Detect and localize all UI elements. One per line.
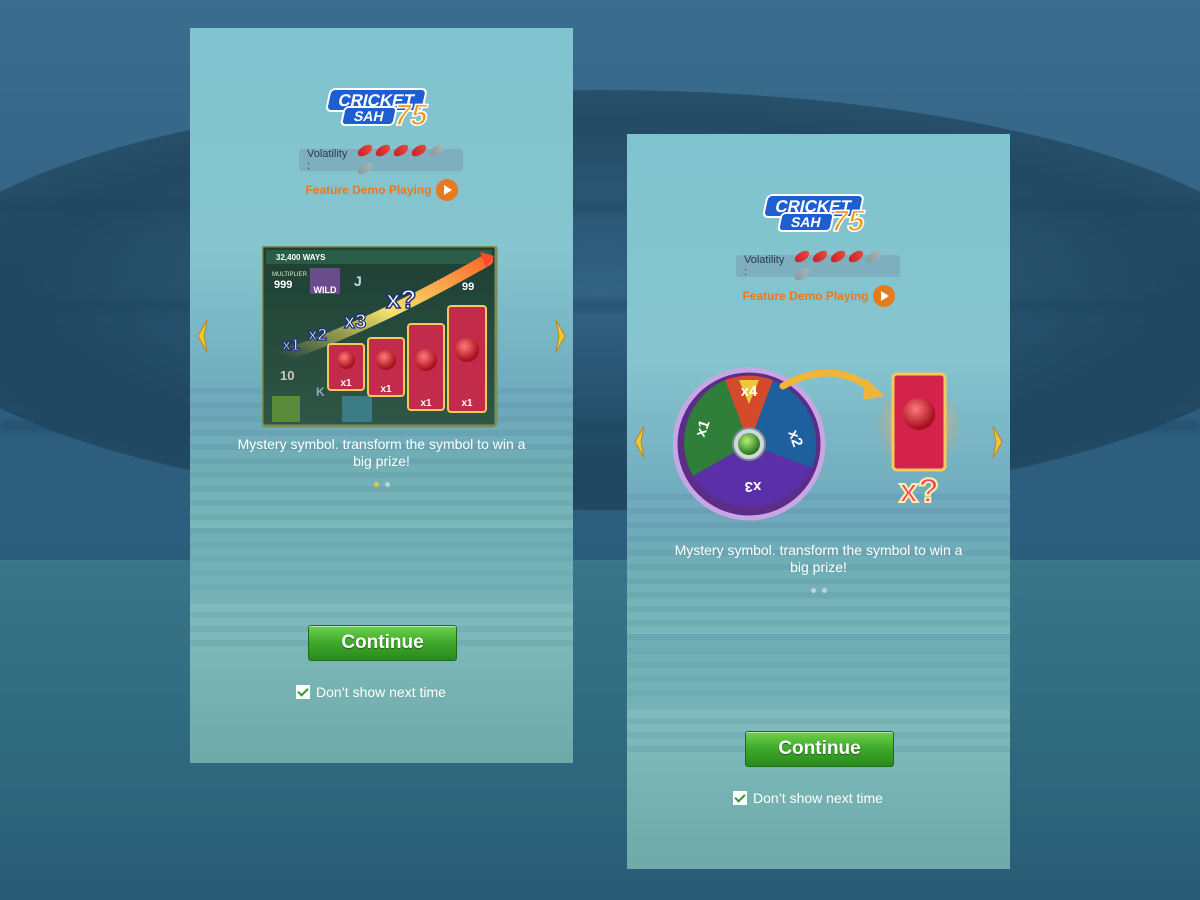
chili-filled-icon	[373, 143, 392, 158]
previous-arrow-icon[interactable]	[195, 318, 209, 354]
chili-filled-icon	[792, 249, 811, 264]
logo-line2: SAH	[789, 214, 822, 230]
card-label: x1	[340, 378, 352, 389]
volatility-label: Volatility :	[744, 254, 785, 278]
feature-description: Mystery symbol. transform the symbol to …	[674, 542, 963, 575]
background-field	[0, 560, 1200, 900]
chili-filled-icon	[846, 249, 865, 264]
game-logo: CRICKET SAH 75	[627, 189, 1010, 239]
background-stripe	[0, 420, 1200, 432]
mystery-card: x1	[407, 323, 445, 411]
multiplier-x1: x1	[282, 337, 300, 354]
chili-filled-icon	[391, 143, 410, 158]
feature-illustration-wheel: x4 x2 x3 x1 x?	[672, 364, 963, 529]
symbol-k: K	[316, 385, 325, 399]
chili-filled-icon	[828, 249, 847, 264]
feature-demo-label[interactable]: Feature Demo Playing	[305, 183, 431, 197]
logo-line2: SAH	[352, 108, 385, 124]
dont-show-label[interactable]: Don’t show next time	[316, 684, 446, 700]
symbol-j: J	[354, 273, 362, 289]
multiplier-xq: x?	[386, 284, 416, 314]
page-dot-active[interactable]	[373, 482, 379, 487]
wheel-segment-x3: x3	[745, 478, 762, 495]
dont-show-label[interactable]: Don’t show next time	[753, 790, 883, 806]
feature-demo-row[interactable]: Feature Demo Playing	[627, 285, 1010, 307]
chili-empty-icon	[864, 249, 883, 264]
volatility-row: Volatility :	[299, 143, 463, 176]
volatility-label: Volatility :	[307, 148, 348, 172]
wheel-segment-x4: x4	[741, 383, 758, 400]
continue-button[interactable]: Continue	[745, 731, 894, 767]
background-stripe	[0, 200, 1200, 212]
symbol-10: 10	[280, 368, 294, 383]
panel-stadium-band	[627, 634, 1010, 704]
multiplier-x3: x3	[344, 311, 366, 333]
wild-symbol: WILD	[314, 285, 337, 295]
page-dots	[190, 474, 573, 492]
background-stripe	[0, 300, 1200, 312]
volatility-row: Volatility :	[736, 249, 900, 282]
checkbox-checked-icon[interactable]	[733, 791, 747, 805]
feature-intro-panel-2: CRICKET SAH 75 Volatility : Feature Demo…	[627, 134, 1010, 869]
chili-filled-icon	[810, 249, 829, 264]
mystery-card: x1	[447, 305, 487, 413]
feature-demo-label[interactable]: Feature Demo Playing	[742, 289, 868, 303]
feature-description: Mystery symbol. transform the symbol to …	[237, 436, 526, 469]
panel-stadium-haze	[627, 494, 1010, 754]
mystery-card: x1	[327, 343, 365, 391]
feature-demo-row[interactable]: Feature Demo Playing	[190, 179, 573, 201]
page-dot[interactable]	[384, 482, 390, 487]
card-label: x1	[380, 384, 392, 395]
dont-show-checkbox-row[interactable]: Don’t show next time	[733, 790, 883, 806]
chili-filled-icon	[409, 143, 428, 158]
card-label: x1	[461, 398, 473, 409]
play-icon[interactable]	[435, 179, 458, 201]
dont-show-checkbox-row[interactable]: Don’t show next time	[296, 684, 446, 700]
chili-filled-icon	[355, 143, 374, 158]
mystery-card: x1	[367, 337, 405, 397]
background-stadium	[0, 0, 1200, 900]
page-dot[interactable]	[821, 588, 827, 593]
mystery-card-multiplier: x?	[899, 472, 939, 510]
multiplier-value: 999	[274, 279, 292, 291]
logo-number: 75	[827, 205, 867, 238]
chili-empty-icon	[792, 267, 811, 282]
panel-stadium-band	[190, 528, 573, 598]
symbol-99: 99	[462, 281, 474, 293]
card-label: x1	[420, 398, 432, 409]
play-icon[interactable]	[872, 285, 895, 307]
volatility-chilis	[792, 248, 900, 284]
continue-button[interactable]: Continue	[308, 625, 457, 661]
previous-arrow-icon[interactable]	[632, 424, 646, 460]
checkbox-checked-icon[interactable]	[296, 685, 310, 699]
feature-illustration-reels: 32,400 WAYS MULTIPLIER 999 WILD J K 10 9…	[260, 244, 498, 433]
next-arrow-icon[interactable]	[991, 424, 1005, 460]
logo-number: 75	[390, 99, 430, 132]
multiplier-label: MULTIPLIER	[272, 272, 308, 278]
ways-label: 32,400 WAYS	[276, 253, 326, 262]
feature-intro-panel-1: CRICKET SAH 75 Volatility : Feature Demo…	[190, 28, 573, 763]
multiplier-x2: x2	[308, 325, 327, 344]
game-logo: CRICKET SAH 75	[190, 83, 573, 133]
page-dot[interactable]	[810, 588, 816, 593]
page-dots	[627, 580, 1010, 598]
chili-empty-icon	[427, 143, 446, 158]
chili-empty-icon	[355, 161, 374, 176]
next-arrow-icon[interactable]	[554, 318, 568, 354]
volatility-chilis	[355, 142, 463, 178]
